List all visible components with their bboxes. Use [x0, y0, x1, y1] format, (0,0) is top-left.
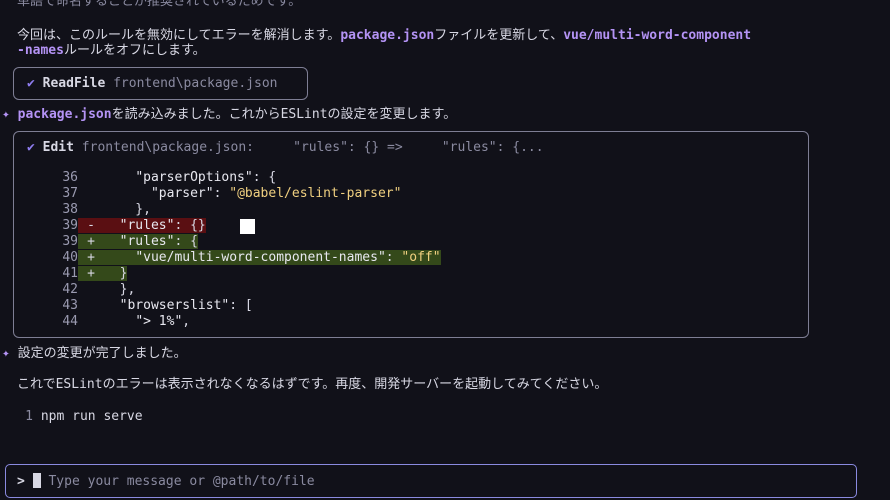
diff-line: 39 + "rules": { — [28, 234, 198, 250]
diff-marker: + — [87, 266, 95, 281]
message-line: -namesルールをオフにします。 — [17, 43, 206, 59]
diff-marker — [78, 314, 104, 330]
readfile-header: ✔ ReadFile frontend\package.json — [27, 76, 277, 92]
diff-content: "parser": "@babel/eslint-parser" — [78, 186, 401, 201]
inline-code: vue/multi-word-component — [563, 28, 752, 43]
followup-message: これでESLintのエラーは表示されなくなるはずです。再度、開発サーバーを起動し… — [17, 377, 608, 392]
diff-marker — [78, 186, 104, 202]
diff-code: "browserslist": [ — [119, 298, 253, 313]
sparkle-icon: ✦ — [2, 346, 10, 361]
diff-line-number: 40 — [62, 250, 78, 265]
code-block: 1 npm run serve — [17, 409, 143, 425]
diff-code: "parser": "@babel/eslint-parser" — [150, 186, 402, 201]
diff-code: }, — [104, 202, 151, 217]
inline-code: package.json — [17, 107, 112, 122]
diff-marker — [78, 282, 104, 298]
diff-code: "parserOptions": { — [135, 170, 277, 185]
diff-marker — [78, 170, 104, 186]
code-line-number: 1 — [25, 409, 33, 424]
readfile-tool-box[interactable]: ✔ ReadFile frontend\package.json — [13, 67, 308, 100]
diff-line: 38 }, — [28, 202, 151, 218]
diff-line: 37 "parser": "@babel/eslint-parser" — [28, 186, 401, 202]
diff-marker — [78, 298, 104, 314]
edit-header: ✔ Edit frontend\package.json: "rules": {… — [27, 140, 544, 156]
message-text: を読み込みました。これからESLintの設定を変更します。 — [111, 107, 457, 122]
inline-code: -names — [17, 43, 64, 58]
diff-content: + "vue/multi-word-component-names": "off… — [78, 250, 441, 265]
diff-line-number: 43 — [62, 298, 78, 313]
sparkle-icon: ✦ — [2, 107, 10, 122]
diff-line-number: 38 — [62, 202, 78, 217]
diff-line-number: 37 — [62, 186, 78, 201]
diff-content: + } — [78, 266, 128, 281]
diff-code: "rules": {} — [119, 218, 206, 233]
input-row[interactable]: > Type your message or @path/to/file — [17, 473, 315, 490]
diff-code: } — [104, 266, 128, 281]
cursor-block — [240, 219, 255, 234]
message-input[interactable]: Type your message or @path/to/file — [48, 474, 314, 489]
tool-path: frontend\package.json — [113, 76, 278, 91]
prompt-symbol: > — [17, 474, 25, 489]
assistant-message: ✦ 設定の変更が完了しました。 — [2, 346, 187, 362]
diff-marker: + — [87, 250, 95, 265]
diff-content: + "rules": { — [78, 234, 198, 249]
diff-line: 39- "rules": {} — [28, 218, 206, 234]
diff-line: 40 + "vue/multi-word-component-names": "o… — [28, 250, 441, 266]
diff-line: 43 "browserslist": [ — [28, 298, 253, 314]
diff-marker: + — [87, 234, 95, 249]
diff-line-number: 44 — [62, 314, 78, 329]
message-line: 今回は、このルールを無効にしてエラーを解消します。package.jsonファイ… — [17, 28, 751, 44]
inline-code: package.json — [340, 28, 435, 43]
diff-content: }, — [78, 202, 151, 217]
message-text: ファイルを更新して、 — [434, 28, 564, 43]
message-text: ルールをオフにします。 — [63, 43, 206, 58]
diff-line: 36 "parserOptions": { — [28, 170, 276, 186]
diff-content: - "rules": {} — [78, 218, 206, 233]
diff-content: "> 1%", — [78, 314, 190, 329]
diff-code: "vue/multi-word-component-names": "off" — [135, 250, 441, 265]
diff-line-number: 41 — [62, 266, 78, 281]
diff-line: 42 }, — [28, 282, 135, 298]
diff-marker: - — [87, 218, 95, 233]
diff-content: }, — [78, 282, 136, 298]
diff-line: 44 "> 1%", — [28, 314, 190, 330]
message-text: 設定の変更が完了しました。 — [17, 346, 187, 361]
diff-content: "browserslist": [ — [78, 298, 253, 313]
diff-line-number: 36 — [62, 170, 78, 185]
diff-code: }, — [104, 282, 136, 297]
diff-line-number: 42 — [62, 282, 78, 297]
message-text: 今回は、このルールを無効にしてエラーを解消します。 — [17, 28, 341, 43]
diff-code: "rules": { — [119, 234, 198, 249]
diff-code: "> 1%", — [135, 314, 191, 329]
check-icon: ✔ — [27, 140, 35, 155]
tool-name: ReadFile — [42, 76, 106, 91]
diff-marker — [78, 202, 104, 218]
command-text: npm run serve — [40, 409, 143, 424]
diff-line-number: 39 — [62, 218, 78, 233]
diff-line-number: 39 — [62, 234, 78, 249]
truncated-text: 単語で命名することが推奨されているためです。 — [17, 0, 302, 9]
assistant-message: ✦ package.jsonを読み込みました。これからESLintの設定を変更し… — [2, 107, 456, 123]
text-cursor — [32, 473, 41, 488]
message-input-box[interactable]: > Type your message or @path/to/file — [5, 464, 857, 498]
edit-tool-box[interactable]: ✔ Edit frontend\package.json: "rules": {… — [13, 131, 809, 338]
check-icon: ✔ — [27, 76, 35, 91]
diff-line: 41 + } — [28, 266, 128, 282]
tool-name: Edit — [42, 140, 74, 155]
diff-content: "parserOptions": { — [78, 170, 276, 185]
tool-summary: frontend\package.json: "rules": {} => "r… — [81, 140, 544, 155]
